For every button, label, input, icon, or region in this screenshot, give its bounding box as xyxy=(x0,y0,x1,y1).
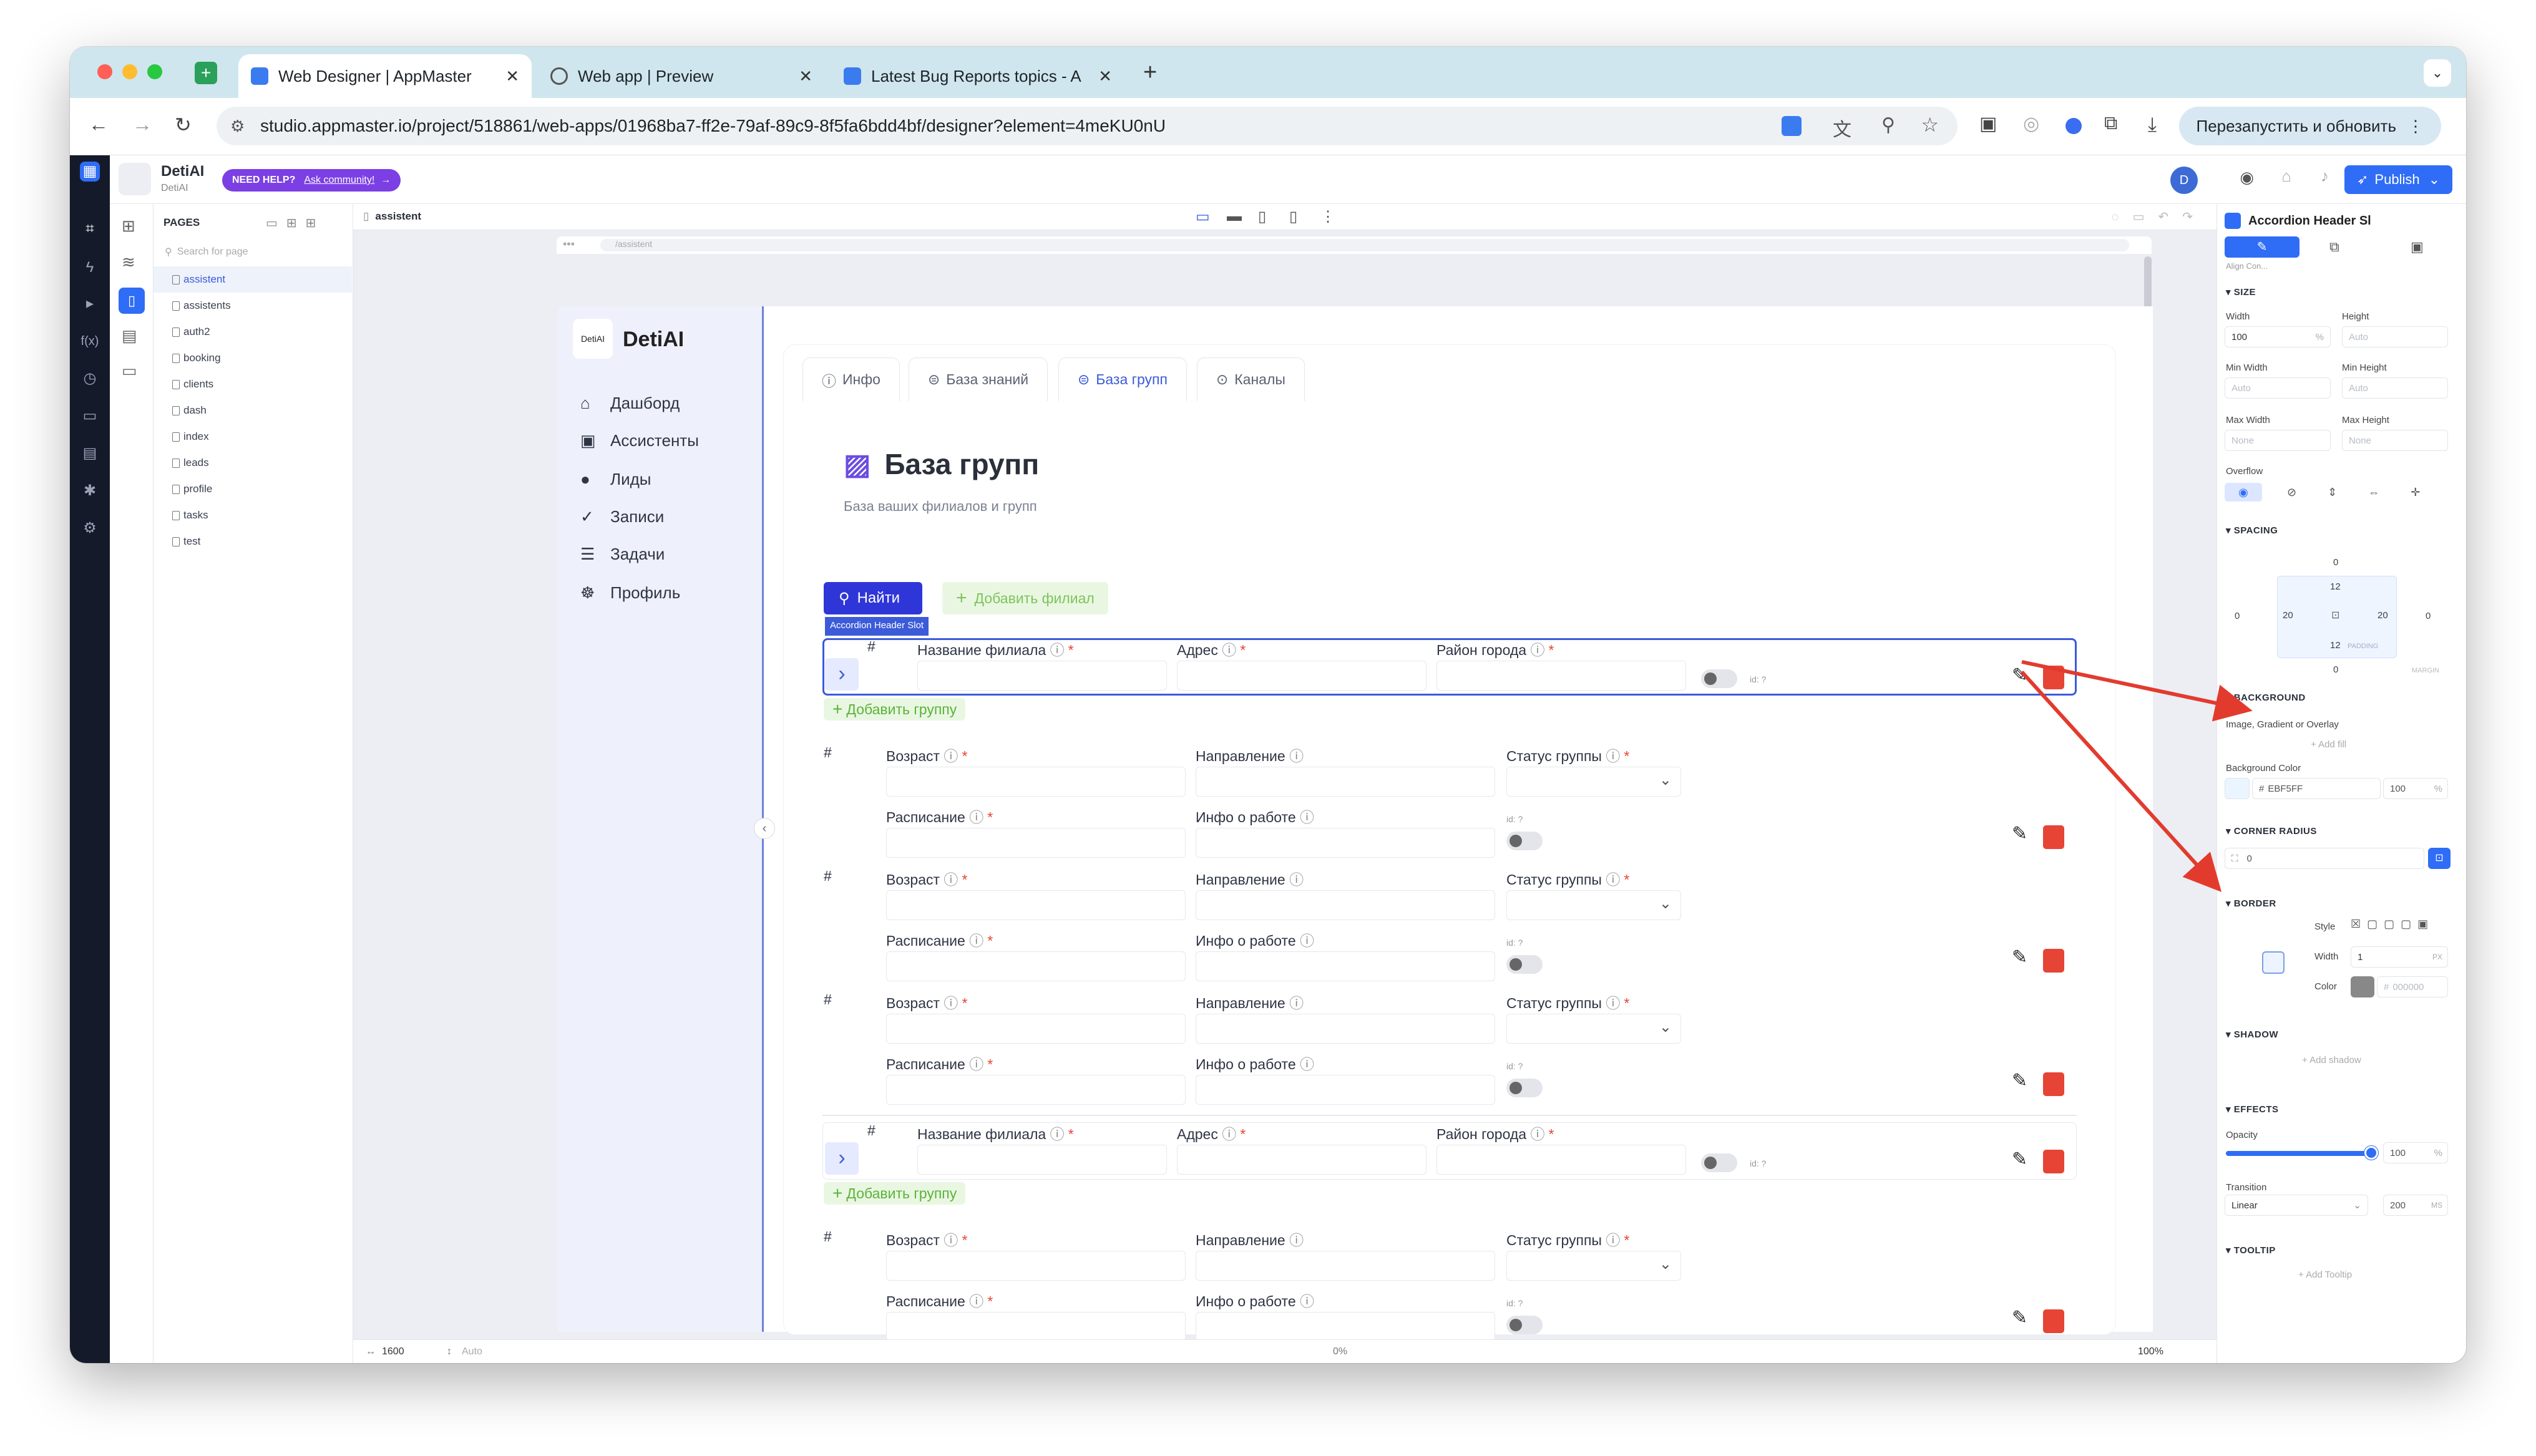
tab-search-chevron-icon[interactable]: ⌄ xyxy=(2424,59,2451,87)
tab-label: Latest Bug Reports topics - A xyxy=(871,66,1081,85)
arrow-to-spacing xyxy=(2021,660,2253,722)
annotation-arrows xyxy=(2020,660,2253,892)
app-install-icon[interactable] xyxy=(1782,116,1802,136)
maximize-window-button[interactable] xyxy=(147,64,162,79)
close-tab-icon[interactable]: ✕ xyxy=(505,67,519,86)
close-tab-icon[interactable]: ✕ xyxy=(1098,67,1112,86)
appmaster-designer: ▦ ⌗ ϟ ▸ f(x) ◷ ▭ ▤ ✱ ⚙ DetiAI DetiAI NEE… xyxy=(70,155,2466,1363)
close-window-button[interactable] xyxy=(97,64,112,79)
browser-tab-bugs[interactable]: Latest Bug Reports topics - A ✕ xyxy=(831,54,1124,98)
address-bar[interactable]: ⚙ studio.appmaster.io/project/518861/web… xyxy=(217,107,1958,145)
url-text: studio.appmaster.io/project/518861/web-a… xyxy=(260,116,1166,135)
reload-icon[interactable]: ↻ xyxy=(175,113,192,137)
tab-label: Web app | Preview xyxy=(578,66,714,85)
minimize-window-button[interactable] xyxy=(122,64,137,79)
relaunch-button[interactable]: Перезапустить и обновить ⋮ xyxy=(2178,107,2441,145)
extension-icon[interactable]: ◎ xyxy=(2023,113,2039,135)
close-tab-icon[interactable]: ✕ xyxy=(799,67,812,86)
appmaster-icon xyxy=(844,67,861,85)
browser-window: + Web Designer | AppMaster ✕ Web app | P… xyxy=(70,47,2466,1363)
relaunch-label: Перезапустить и обновить xyxy=(2196,116,2396,135)
translate-icon[interactable]: 文 xyxy=(1833,114,1851,142)
toolbar: ← → ↻ ⚙ studio.appmaster.io/project/5188… xyxy=(70,98,2466,155)
sheets-pinned-tab-icon[interactable]: + xyxy=(195,62,217,84)
browser-tab-designer[interactable]: Web Designer | AppMaster ✕ xyxy=(238,54,532,98)
forward-arrow-icon[interactable]: → xyxy=(132,113,152,136)
appmaster-icon xyxy=(251,67,268,85)
download-icon[interactable]: ⤓ xyxy=(2148,113,2157,137)
kebab-menu-icon: ⋮ xyxy=(2407,116,2424,135)
site-settings-icon[interactable]: ⚙ xyxy=(230,117,245,136)
new-tab-button[interactable]: + xyxy=(1143,59,1157,86)
extension-dot-icon[interactable] xyxy=(2065,118,2082,134)
browser-tab-preview[interactable]: Web app | Preview ✕ xyxy=(538,54,825,98)
tab-label: Web Designer | AppMaster xyxy=(278,66,472,85)
extensions-puzzle-icon[interactable]: ⧉ xyxy=(2104,113,2117,134)
back-arrow-icon[interactable]: ← xyxy=(89,113,109,136)
arrow-to-background xyxy=(2020,670,2222,892)
globe-icon xyxy=(550,67,568,85)
tab-strip: + Web Designer | AppMaster ✕ Web app | P… xyxy=(70,47,2466,98)
bookmark-star-icon[interactable]: ☆ xyxy=(1921,113,1939,137)
extension-shield-icon[interactable]: ▣ xyxy=(1979,113,1997,135)
zoom-icon[interactable]: ⚲ xyxy=(1881,114,1895,136)
